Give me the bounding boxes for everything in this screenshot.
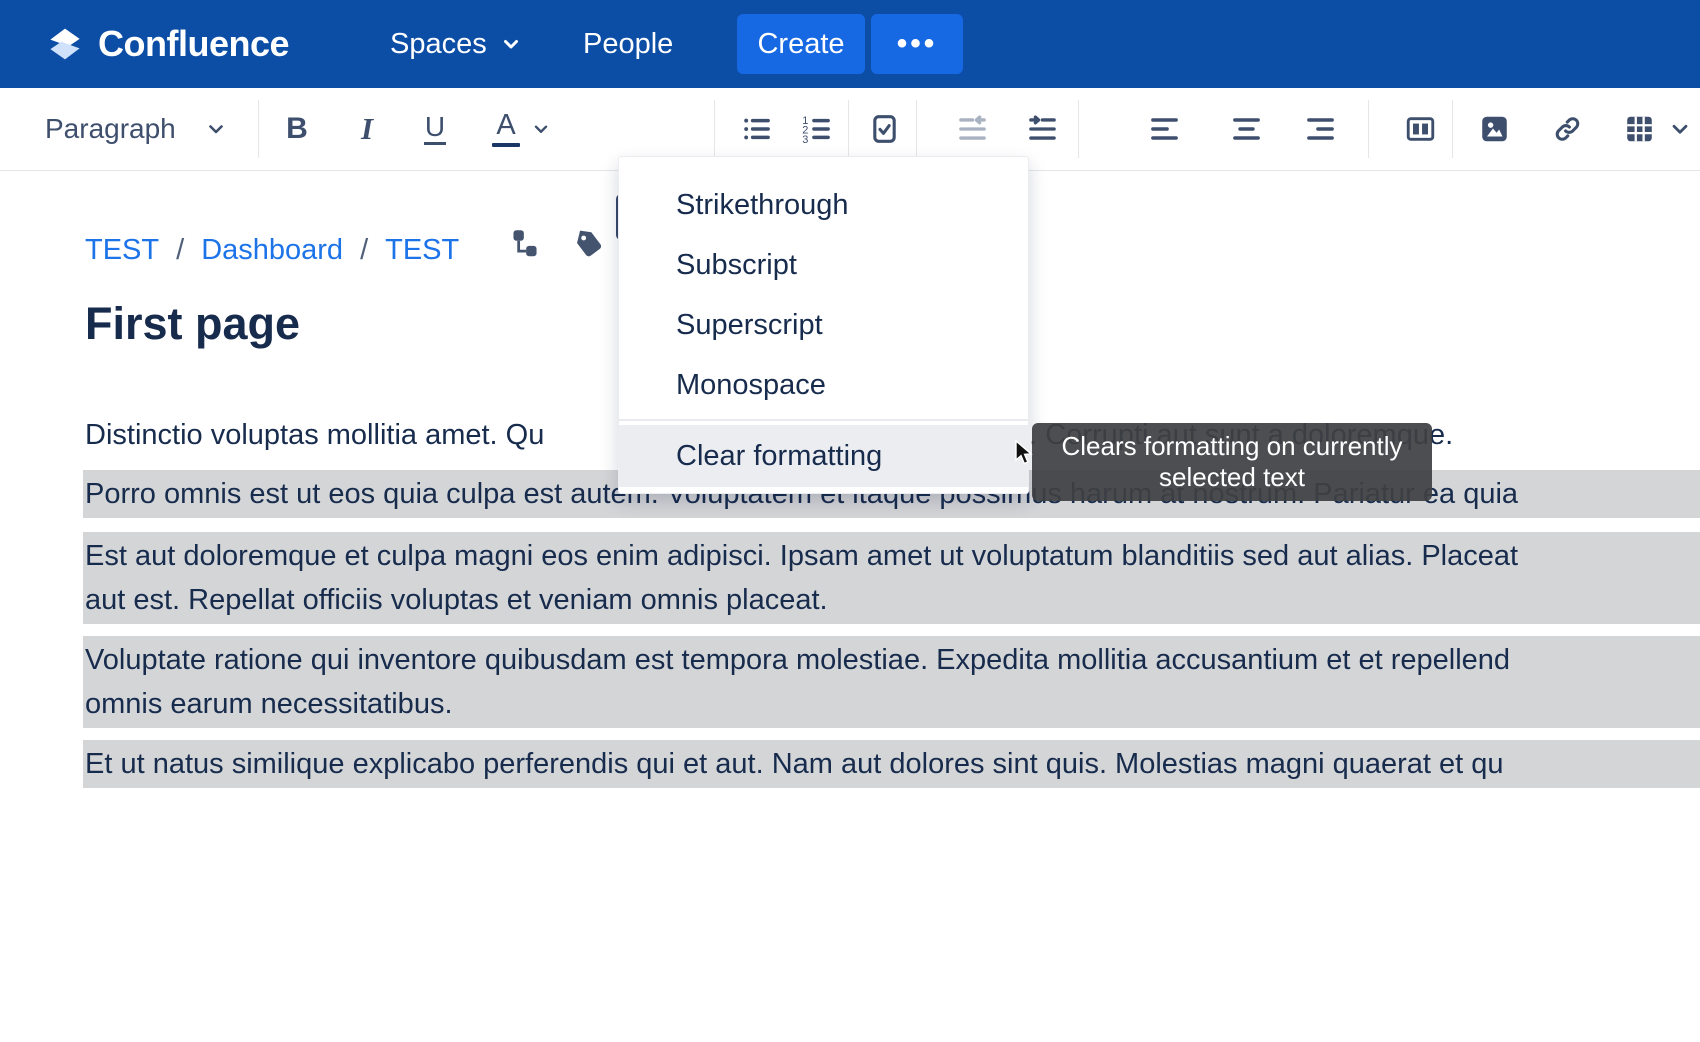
selected-text-line: aut est. Repellat officiis voluptas et v… <box>85 578 1700 622</box>
numbered-list-icon: 1 2 3 <box>801 114 832 145</box>
align-right-button[interactable] <box>1296 114 1344 145</box>
indent-button[interactable] <box>1018 114 1066 145</box>
toolbar-divider <box>1452 100 1453 158</box>
indent-icon <box>1027 114 1058 145</box>
insert-image-button[interactable] <box>1470 114 1518 145</box>
text-style-dropdown[interactable]: Paragraph <box>45 113 245 145</box>
menu-item-strikethrough[interactable]: Strikethrough <box>619 175 1028 235</box>
numbered-list-button[interactable]: 1 2 3 <box>792 114 840 145</box>
nav-people[interactable]: People <box>583 0 673 88</box>
top-navbar: Confluence Spaces People Create ••• <box>0 0 1700 88</box>
nav-people-label: People <box>583 28 673 61</box>
tooltip-line: selected text <box>1038 462 1426 493</box>
clear-formatting-tooltip: Clears formatting on currently selected … <box>1032 423 1432 501</box>
chevron-down-icon <box>204 117 228 141</box>
selected-text-line: Et ut natus similique explicabo perferen… <box>85 742 1700 786</box>
insert-link-button[interactable] <box>1543 114 1591 145</box>
underline-button[interactable]: U <box>410 113 460 145</box>
confluence-brand[interactable]: Confluence <box>46 0 289 88</box>
toolbar-divider <box>1368 100 1369 158</box>
table-icon <box>1624 114 1655 145</box>
text-color-button[interactable]: A <box>482 111 562 147</box>
confluence-logo-icon <box>46 25 84 63</box>
align-left-icon <box>1149 114 1180 145</box>
menu-item-monospace[interactable]: Monospace <box>619 355 1028 415</box>
nav-more-button[interactable]: ••• <box>871 14 963 74</box>
bullet-list-icon <box>741 114 772 145</box>
task-list-button[interactable] <box>860 114 908 145</box>
image-icon <box>1479 114 1510 145</box>
selected-text-line: Voluptate ratione qui inventore quibusda… <box>85 638 1700 682</box>
task-list-icon <box>869 114 900 145</box>
bold-button[interactable]: B <box>272 112 322 146</box>
align-left-button[interactable] <box>1140 114 1188 145</box>
text-color-icon: A <box>492 111 520 147</box>
align-right-icon <box>1305 114 1336 145</box>
selected-paragraph[interactable]: Et ut natus similique explicabo perferen… <box>83 740 1700 788</box>
create-button[interactable]: Create <box>737 14 865 74</box>
toolbar-divider <box>848 100 849 158</box>
toolbar-divider <box>714 100 715 158</box>
menu-item-clear-formatting[interactable]: Clear formatting <box>619 425 1028 487</box>
breadcrumb-separator: / <box>176 234 184 267</box>
tooltip-line: Clears formatting on currently <box>1038 431 1426 462</box>
menu-divider <box>619 419 1028 421</box>
bullet-list-button[interactable] <box>732 114 780 145</box>
intro-paragraph-left[interactable]: Distinctio voluptas mollitia amet. Qu <box>85 413 544 457</box>
align-center-icon <box>1231 114 1262 145</box>
insert-more-button[interactable] <box>1664 116 1696 142</box>
menu-item-subscript[interactable]: Subscript <box>619 235 1028 295</box>
selected-paragraph[interactable]: Voluptate ratione qui inventore quibusda… <box>83 636 1700 728</box>
chevron-down-icon <box>530 118 552 140</box>
toolbar-divider <box>916 100 917 158</box>
breadcrumb-separator: / <box>360 234 368 267</box>
link-icon <box>1552 114 1583 145</box>
underline-icon: U <box>424 113 446 145</box>
svg-text:3: 3 <box>802 134 808 144</box>
more-formatting-menu: Strikethrough Subscript Superscript Mono… <box>618 156 1029 494</box>
italic-icon: I <box>361 111 373 147</box>
mouse-cursor-icon <box>1014 440 1040 468</box>
selected-text-line: omnis earum necessitatibus. <box>85 682 1700 726</box>
page-tree-icon[interactable] <box>511 228 539 258</box>
page-title[interactable]: First page <box>85 298 300 350</box>
create-button-label: Create <box>757 28 844 61</box>
nav-spaces-label: Spaces <box>390 28 487 61</box>
toolbar-divider <box>258 100 259 158</box>
breadcrumb-link-space[interactable]: TEST <box>85 234 159 267</box>
toolbar-divider <box>1078 100 1079 158</box>
nav-spaces[interactable]: Spaces <box>390 0 523 88</box>
insert-table-button[interactable] <box>1615 114 1663 145</box>
layouts-button[interactable] <box>1396 114 1444 145</box>
italic-button[interactable]: I <box>342 111 392 147</box>
text-style-label: Paragraph <box>45 113 176 145</box>
selected-paragraph[interactable]: Est aut doloremque et culpa magni eos en… <box>83 532 1700 624</box>
bold-icon: B <box>286 112 308 146</box>
menu-item-superscript[interactable]: Superscript <box>619 295 1028 355</box>
outdent-button[interactable] <box>948 114 996 145</box>
label-tag-icon[interactable] <box>573 228 605 260</box>
breadcrumb-link-dashboard[interactable]: Dashboard <box>201 234 343 267</box>
brand-name: Confluence <box>98 23 289 65</box>
layouts-icon <box>1405 114 1436 145</box>
breadcrumb: TEST / Dashboard / TEST <box>85 234 459 267</box>
chevron-down-icon <box>499 32 523 56</box>
selected-text-line: Est aut doloremque et culpa magni eos en… <box>85 534 1700 578</box>
align-center-button[interactable] <box>1222 114 1270 145</box>
breadcrumb-link-parent[interactable]: TEST <box>385 234 459 267</box>
outdent-icon <box>957 114 988 145</box>
ellipsis-icon: ••• <box>897 27 938 61</box>
confluence-app: Confluence Spaces People Create ••• Para… <box>0 0 1700 1042</box>
chevron-down-icon <box>1667 116 1693 142</box>
